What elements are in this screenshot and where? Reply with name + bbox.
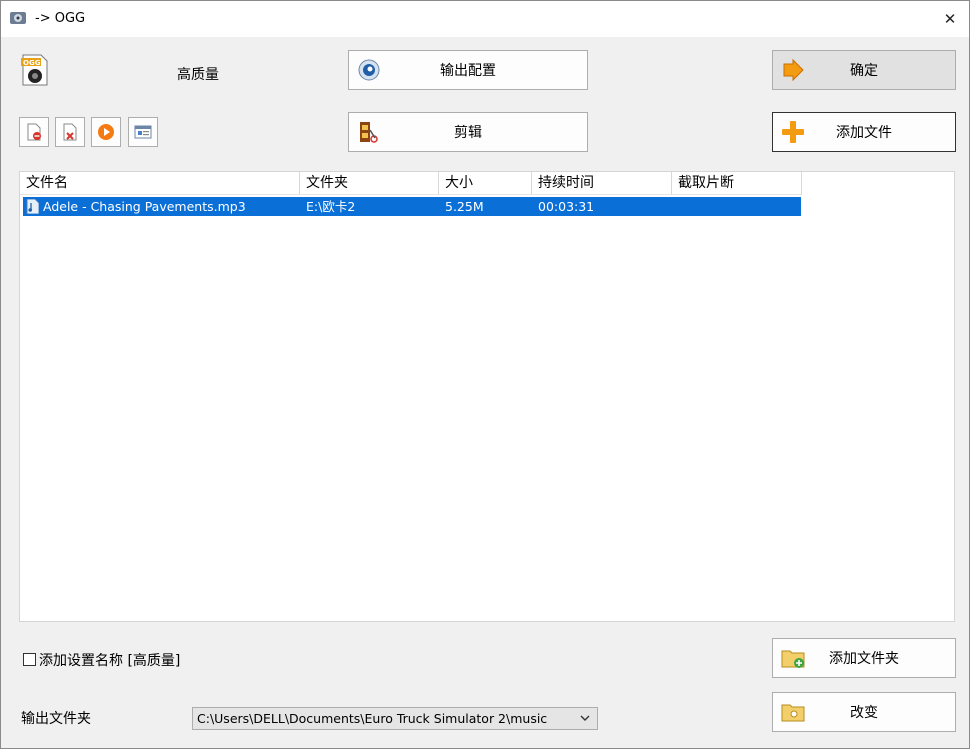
properties-icon — [134, 125, 152, 139]
add-file-label: 添加文件 — [836, 125, 892, 141]
change-label: 改变 — [850, 705, 878, 721]
properties-button[interactable] — [128, 117, 158, 147]
delete-button[interactable] — [55, 117, 85, 147]
profile-label: 高质量 — [177, 67, 219, 83]
add-setting-name-label: 添加设置名称 [高质量] — [39, 653, 181, 669]
table-row[interactable]: Adele - Chasing Pavements.mp3 E:\欧卡2 5.2… — [23, 197, 801, 216]
column-header-folder[interactable]: 文件夹 — [300, 172, 439, 195]
column-header-filename[interactable]: 文件名 — [20, 172, 300, 195]
main-window: -> OGG ✕ OGG 高质量 输出配置 确定 剪辑 添加文件 文件名 文件夹… — [0, 0, 970, 749]
file-size: 5.25M — [445, 199, 484, 214]
column-header-duration[interactable]: 持续时间 — [532, 172, 672, 195]
svg-text:OGG: OGG — [23, 59, 41, 67]
add-folder-label: 添加文件夹 — [829, 651, 899, 667]
add-file-button[interactable]: 添加文件 — [772, 112, 956, 152]
app-icon — [10, 12, 26, 24]
file-name: Adele - Chasing Pavements.mp3 — [43, 199, 246, 214]
play-icon — [98, 124, 114, 140]
output-folder-path: C:\Users\DELL\Documents\Euro Truck Simul… — [197, 711, 548, 726]
delete-icon — [63, 123, 77, 141]
audio-file-icon — [26, 199, 39, 214]
window-title: -> OGG — [35, 11, 86, 26]
remove-file-button[interactable] — [19, 117, 49, 147]
close-button[interactable]: ✕ — [937, 7, 963, 31]
edit-button[interactable]: 剪辑 — [348, 112, 588, 152]
change-button[interactable]: 改变 — [772, 692, 956, 732]
file-folder: E:\欧卡2 — [306, 199, 356, 214]
remove-file-icon — [27, 123, 41, 141]
chevron-down-icon — [580, 715, 590, 721]
file-duration: 00:03:31 — [538, 199, 595, 214]
ogg-file-icon: OGG — [21, 54, 48, 86]
file-list[interactable]: 文件名 文件夹 大小 持续时间 截取片断 Adele - Chasing Pav… — [19, 171, 955, 622]
title-bar: -> OGG ✕ — [1, 1, 969, 37]
output-folder-select[interactable]: C:\Users\DELL\Documents\Euro Truck Simul… — [192, 707, 598, 730]
play-button[interactable] — [91, 117, 121, 147]
add-folder-button[interactable]: 添加文件夹 — [772, 638, 956, 678]
edit-label: 剪辑 — [454, 125, 482, 141]
ok-label: 确定 — [850, 63, 878, 79]
output-config-label: 输出配置 — [440, 63, 496, 79]
add-setting-name-checkbox[interactable] — [23, 653, 36, 666]
column-header-clip[interactable]: 截取片断 — [672, 172, 802, 195]
column-header-size[interactable]: 大小 — [439, 172, 532, 195]
output-config-button[interactable]: 输出配置 — [348, 50, 588, 90]
output-folder-label: 输出文件夹 — [21, 711, 91, 727]
ok-button[interactable]: 确定 — [772, 50, 956, 90]
